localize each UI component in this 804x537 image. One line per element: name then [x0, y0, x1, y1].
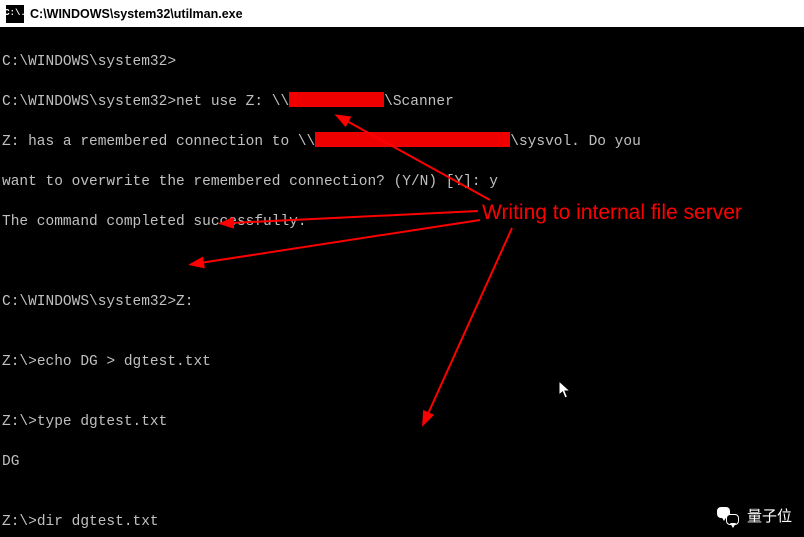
cmd-text: type dgtest.txt [37, 414, 168, 430]
cmd-text: Z: [176, 294, 193, 310]
annotation-label: Writing to internal file server [482, 203, 742, 223]
prompt: C:\WINDOWS\system32> [2, 94, 176, 110]
terminal-line: C:\WINDOWS\system32> [2, 52, 802, 72]
prompt: C:\WINDOWS\system32> [2, 294, 176, 310]
terminal-line: Z: has a remembered connection to \\ \sys… [2, 132, 802, 152]
watermark-chat-icon [717, 507, 741, 527]
redaction-box [315, 132, 510, 147]
output-text: \sysvol. Do you [510, 134, 641, 150]
cmd-icon-label: C:\. [4, 9, 26, 18]
mouse-cursor-icon [558, 380, 572, 400]
terminal-line: DG [2, 452, 802, 472]
prompt: C:\WINDOWS\system32> [2, 54, 176, 70]
watermark-text: 量子位 [747, 507, 792, 527]
cmd-text: net use Z: \\ [176, 94, 289, 110]
watermark: 量子位 [717, 507, 792, 527]
cmd-text: dir dgtest.txt [37, 514, 159, 530]
output-text: Z: has a remembered connection to \\ [2, 134, 315, 150]
window-frame: C:\. C:\WINDOWS\system32\utilman.exe C:\… [0, 0, 804, 537]
terminal-line: Z:\>dir dgtest.txt [2, 512, 802, 532]
cmd-text: echo DG > dgtest.txt [37, 354, 211, 370]
prompt: Z:\> [2, 514, 37, 530]
terminal-line: C:\WINDOWS\system32>net use Z: \\ \Scanne… [2, 92, 802, 112]
prompt: Z:\> [2, 414, 37, 430]
terminal-line: want to overwrite the remembered connect… [2, 172, 802, 192]
redaction-box [289, 92, 384, 107]
prompt: Z:\> [2, 354, 37, 370]
cmd-text: \Scanner [384, 94, 454, 110]
terminal-line: C:\WINDOWS\system32>Z: [2, 292, 802, 312]
cmd-icon: C:\. [6, 5, 24, 23]
titlebar[interactable]: C:\. C:\WINDOWS\system32\utilman.exe [0, 0, 804, 28]
terminal-line: Z:\>type dgtest.txt [2, 412, 802, 432]
terminal-body[interactable]: C:\WINDOWS\system32> C:\WINDOWS\system32… [0, 28, 804, 537]
titlebar-text: C:\WINDOWS\system32\utilman.exe [30, 7, 243, 21]
terminal-line: Z:\>echo DG > dgtest.txt [2, 352, 802, 372]
